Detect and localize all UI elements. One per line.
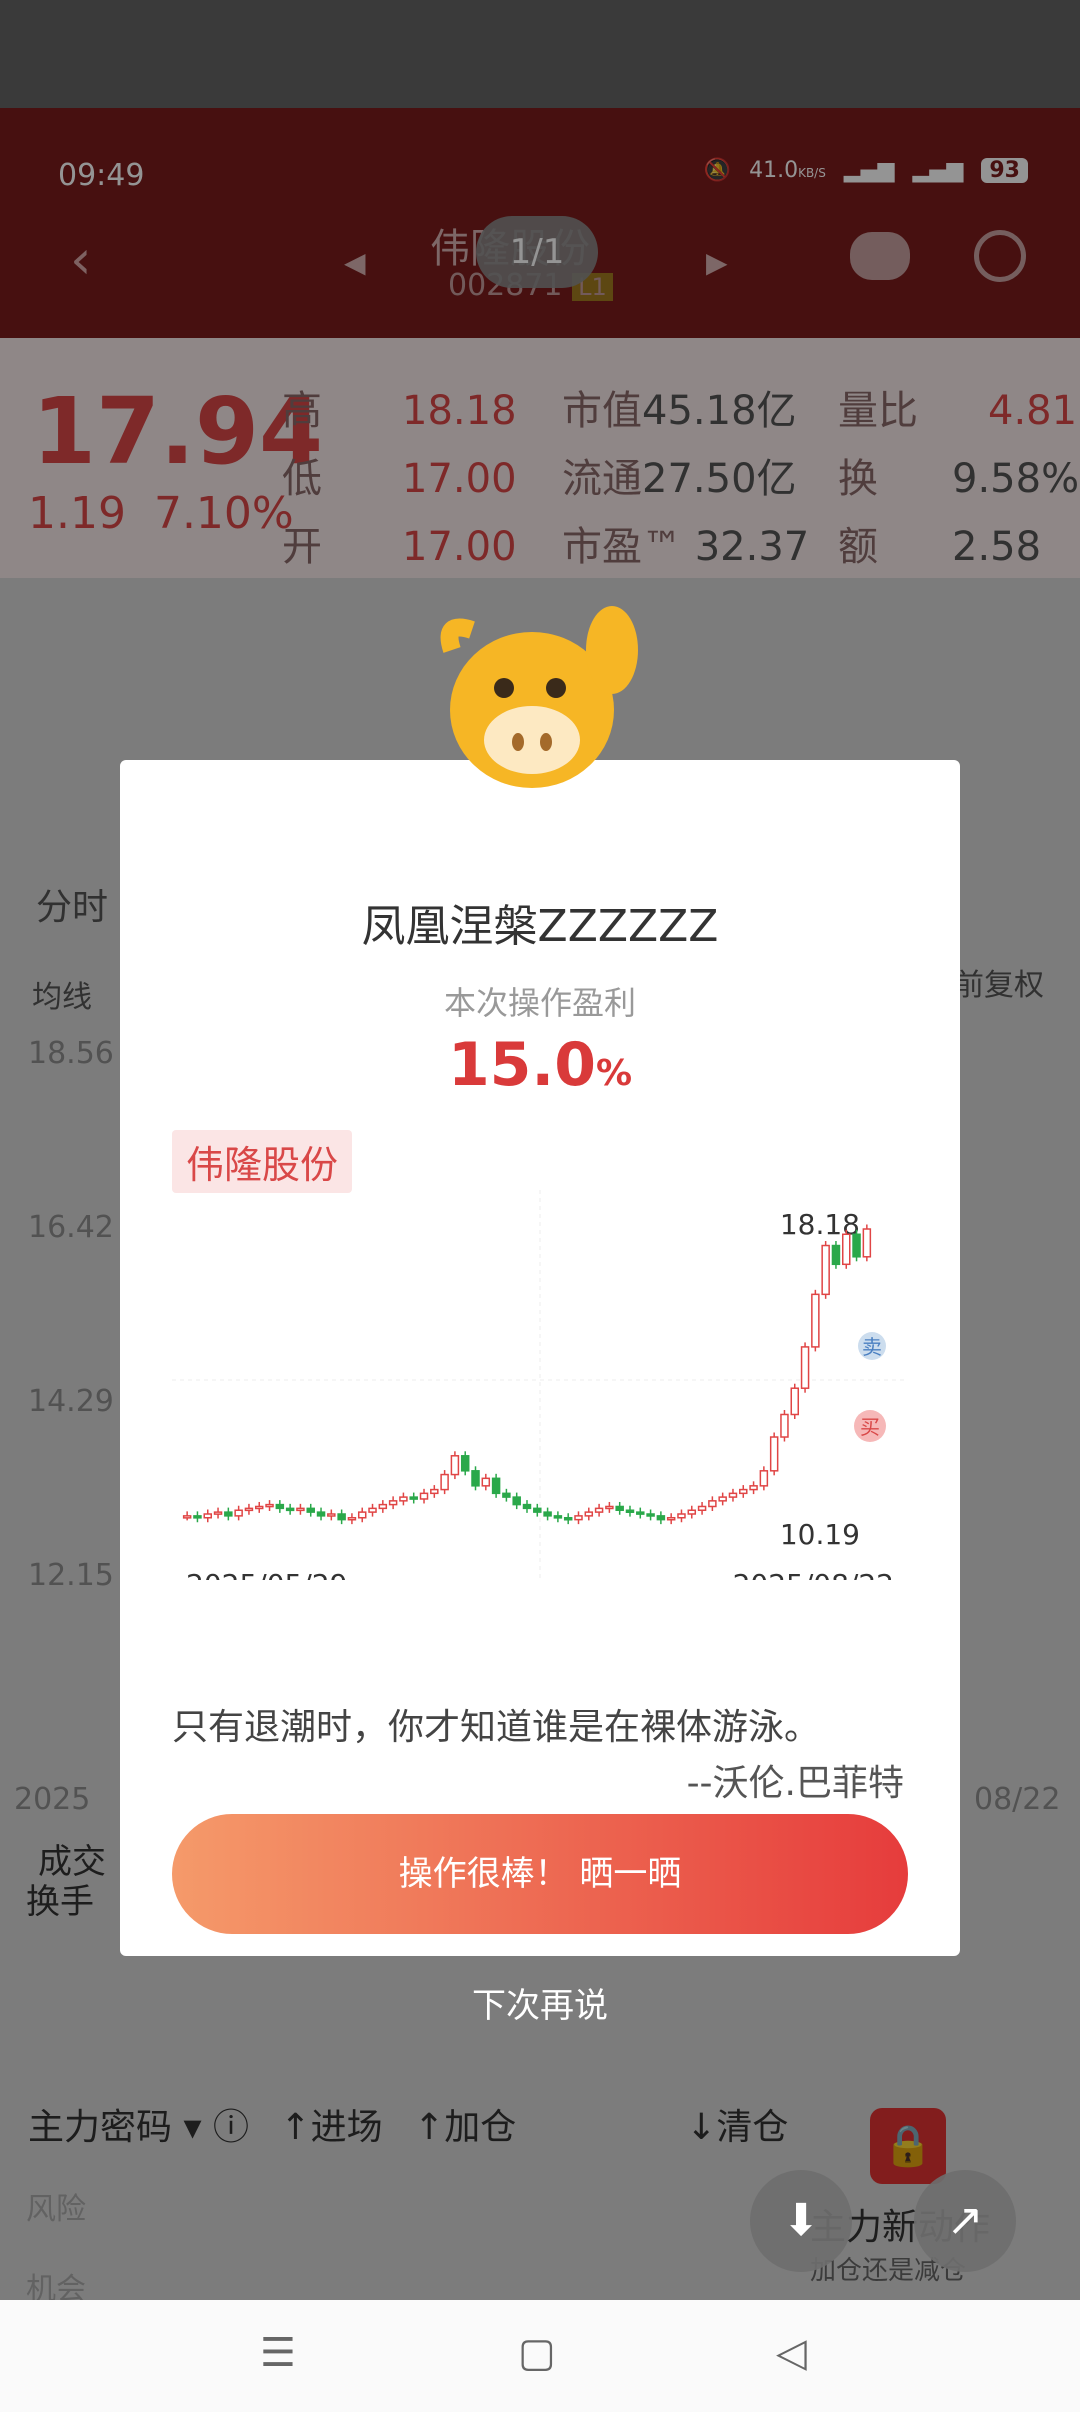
candle-body [512,1496,521,1506]
candle-body [533,1507,542,1513]
candle-body [327,1513,336,1517]
candle-body [491,1477,501,1495]
stock-tag: 伟隆股份 [172,1130,353,1193]
candle-body [399,1496,408,1502]
candle-body [481,1477,491,1487]
candle-body [842,1233,851,1266]
candle-body [636,1511,645,1515]
candle-body [759,1470,769,1487]
candle-body [337,1513,346,1521]
later-button[interactable]: 下次再说 [0,1978,1080,2027]
candle-body [254,1505,264,1510]
system-nav-bar: ☰ ▢ ◁ [0,2300,1080,2412]
candle-body [769,1436,779,1472]
candle-body [471,1470,480,1487]
quote-text: 只有退潮时，你才知道谁是在裸体游泳。 [172,1707,821,1748]
share-dialog: 凤凰涅槃ZZZZZZ 本次操作盈利 15.0% 伟隆股份 18.18 10.19… [120,760,960,1956]
share-icon[interactable]: ↗ [914,2170,1016,2272]
candle-body [285,1507,295,1512]
candle-body [440,1473,449,1491]
candle-body [224,1511,233,1517]
share-button[interactable]: 操作很棒！ 晒一晒 [172,1814,908,1934]
candle-body [316,1511,326,1517]
candle-body [306,1507,315,1513]
candle-body [862,1228,872,1258]
candle-body [584,1511,594,1517]
back-nav-icon[interactable]: ◁ [776,2330,807,2376]
candle-body [347,1516,357,1521]
candle-body [718,1496,727,1502]
download-icon[interactable]: ⬇ [750,2170,852,2272]
candle-body [430,1488,439,1495]
candle-body [831,1244,841,1266]
candle-chart: 18.18 10.19 2025/05/29 2025/08/22 卖 买 [172,1190,908,1580]
cow-mascot-icon [440,606,638,788]
candle-body [728,1492,738,1498]
candle-body [368,1507,377,1513]
candle-body [677,1513,686,1519]
chart-low-label: 10.19 [780,1518,860,1551]
candle-body [811,1293,820,1348]
candle-body [646,1513,655,1517]
candle-body [790,1387,800,1416]
sell-marker-label: 卖 [862,1335,882,1359]
candle-body [594,1507,604,1513]
home-icon[interactable]: ▢ [518,2330,556,2376]
candle-body [450,1455,460,1476]
candle-body [697,1505,707,1511]
profit-value: 15.0% [447,1030,633,1100]
candle-body [522,1503,532,1510]
candle-body [666,1516,676,1521]
candle-body [419,1492,429,1500]
username: 凤凰涅槃ZZZZZZ [361,901,719,952]
candle-body [708,1500,717,1508]
candle-body [739,1488,748,1495]
candle-body [656,1515,666,1521]
candle-body [821,1244,830,1296]
candle-body [265,1503,274,1508]
candle-body [460,1455,470,1472]
buy-marker-label: 买 [860,1415,880,1439]
candle-body [605,1505,614,1510]
candle-body [615,1505,624,1511]
quote-author: --沃伦.巴菲特 [686,1763,904,1804]
candle-body [357,1511,367,1519]
candle-body [193,1515,202,1519]
candle-body [780,1413,789,1438]
candle-body [182,1515,192,1519]
candle-body [234,1509,243,1517]
candle-body [553,1515,563,1519]
candle-body [543,1511,552,1517]
candle-body [275,1503,285,1510]
candle-body [749,1485,758,1491]
candle-body [203,1513,212,1519]
candle-body [687,1509,697,1515]
candle-body [800,1346,810,1389]
chart-end-date: 2025/08/22 [733,1568,894,1580]
candle-body [502,1492,511,1498]
candle-body [388,1500,398,1506]
candle-body [852,1233,861,1258]
profit-caption: 本次操作盈利 [443,984,636,1022]
candle-body [409,1496,418,1500]
candle-body [296,1507,305,1512]
chart-start-date: 2025/05/29 [186,1568,347,1580]
candle-body [563,1516,573,1521]
top-gap [0,0,1080,108]
candle-body [574,1515,583,1521]
candle-body [625,1509,635,1513]
menu-icon[interactable]: ☰ [260,2330,296,2376]
candle-body [244,1507,254,1512]
candle-body [213,1511,223,1515]
candle-body [378,1503,388,1510]
